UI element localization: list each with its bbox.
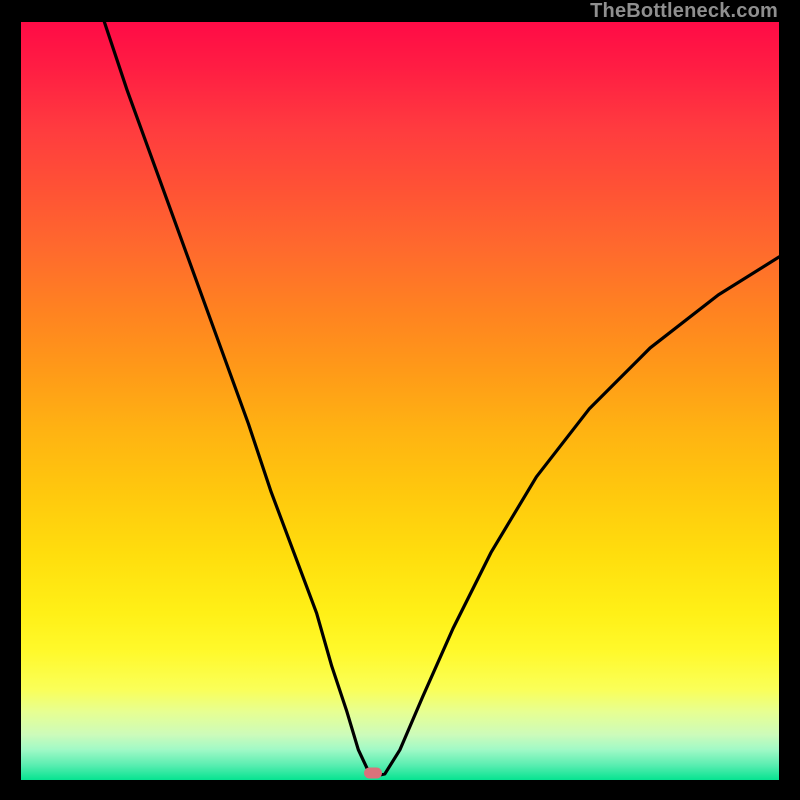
watermark-text: TheBottleneck.com: [590, 0, 778, 23]
optimal-point-marker: [364, 768, 382, 779]
bottleneck-curve: [21, 22, 779, 780]
plot-area: [21, 22, 779, 780]
chart-frame: TheBottleneck.com: [0, 0, 800, 800]
